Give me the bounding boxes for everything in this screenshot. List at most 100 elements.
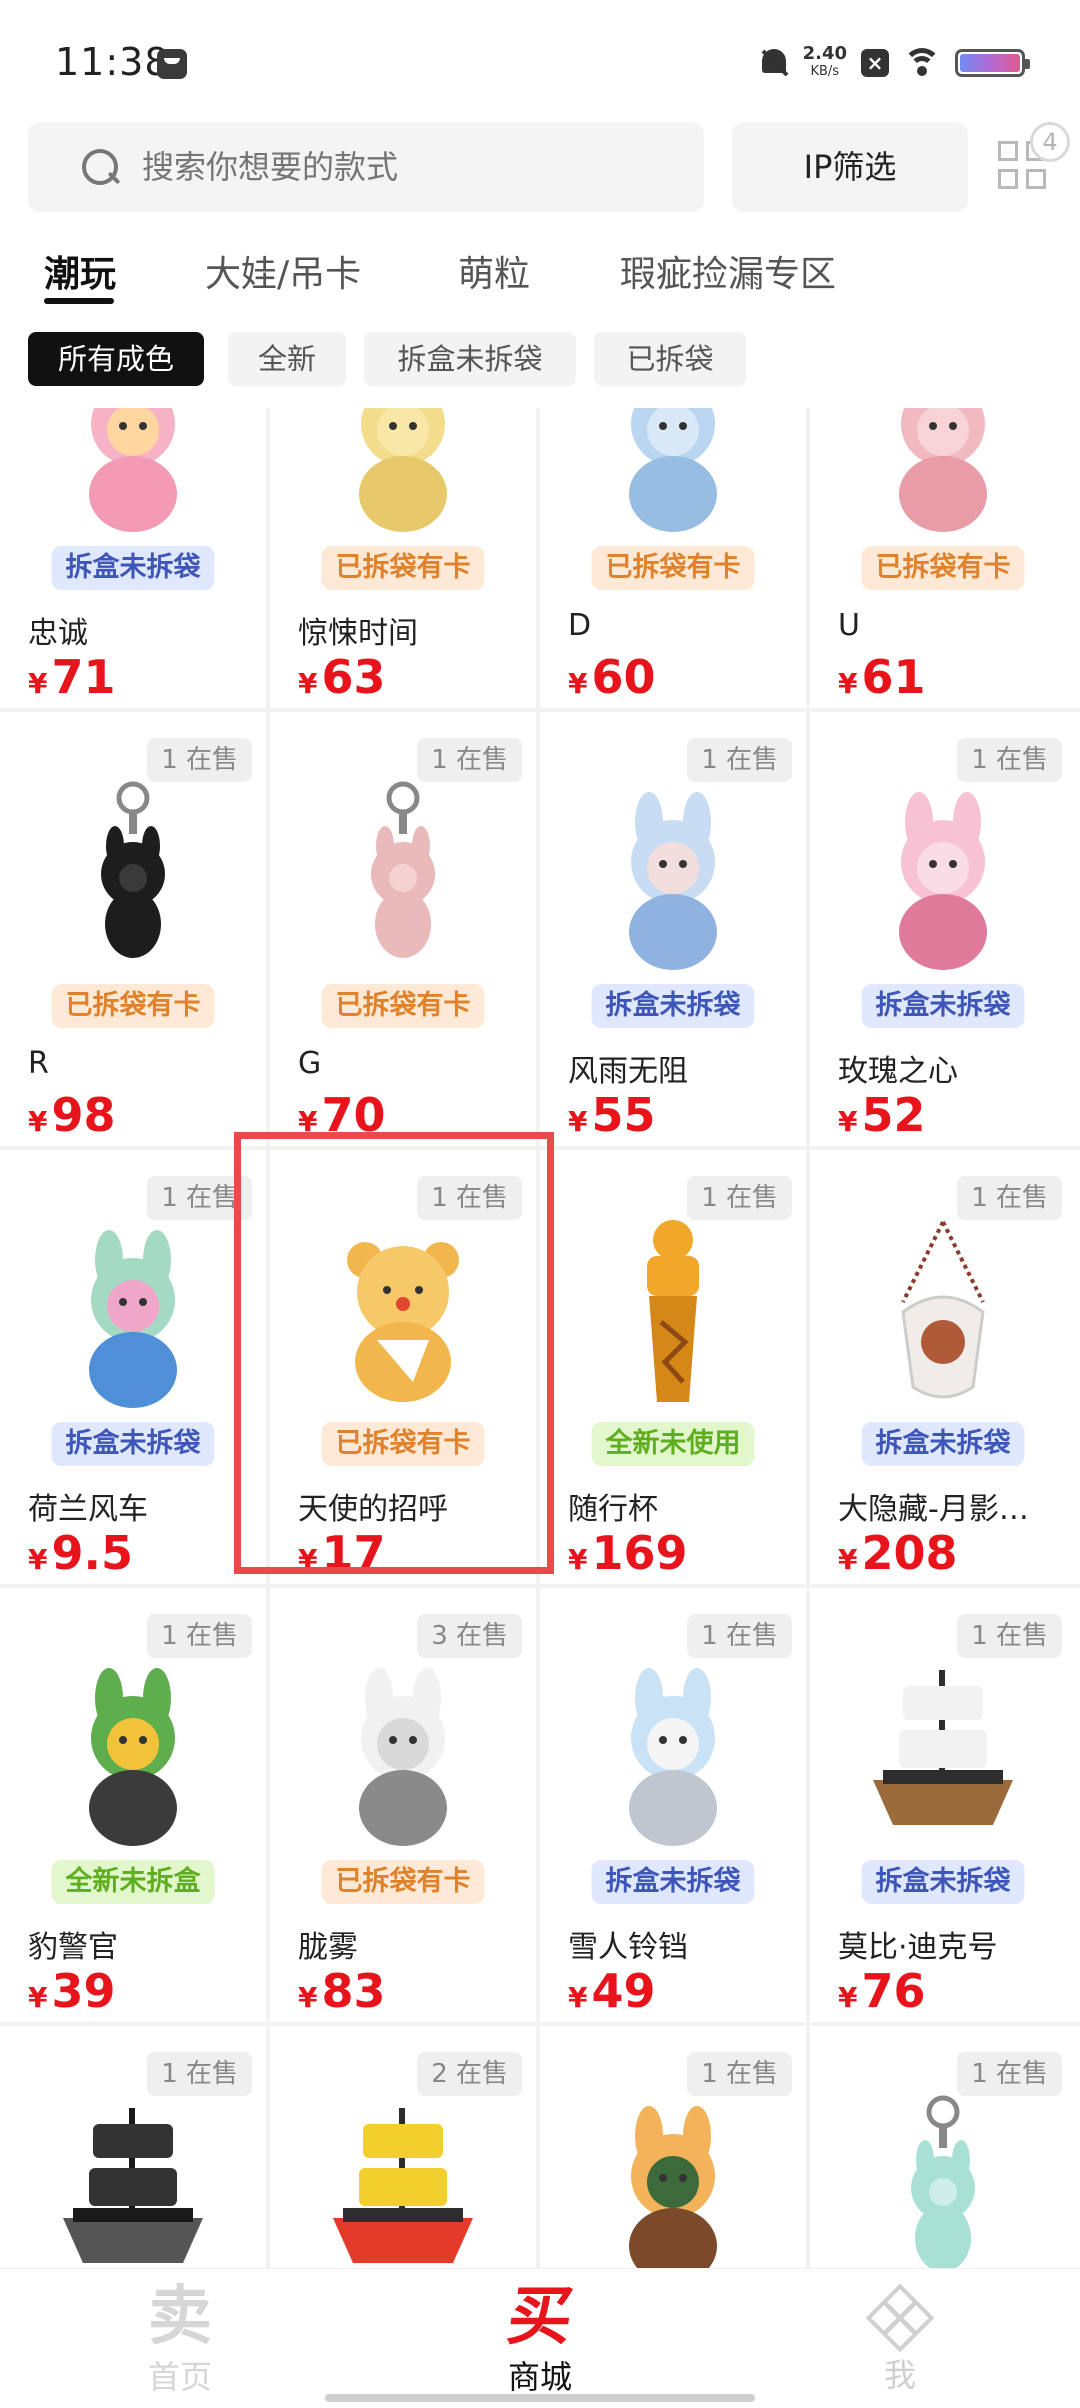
- black-pirate-ship-icon: [33, 2088, 233, 2268]
- product-card[interactable]: 3 在售 已拆袋有卡 胧雾 ¥83: [270, 1592, 536, 2020]
- tab-chaowan[interactable]: 潮玩: [44, 245, 116, 297]
- product-name: 玫瑰之心: [838, 1054, 958, 1089]
- product-name: 忠诚: [28, 616, 88, 651]
- search-input[interactable]: [142, 148, 642, 186]
- chip-new[interactable]: 全新: [228, 332, 346, 386]
- product-price: ¥55: [568, 1088, 656, 1142]
- product-card[interactable]: 1 在售 全新未拆盒 豹警官 ¥39: [0, 1592, 266, 2020]
- currency-symbol: ¥: [298, 1981, 318, 2014]
- product-card[interactable]: 1 在售 拆盒未拆袋 雪人铃铛 ¥49: [540, 1592, 806, 2020]
- tab-flaw-deals[interactable]: 瑕疵捡漏专区: [620, 245, 836, 297]
- acrylic-charm-icon: [843, 1212, 1043, 1412]
- black-labubu-keychain-icon: [33, 774, 233, 974]
- nav-me[interactable]: 我: [800, 2269, 1000, 2393]
- wifi-icon: [903, 48, 941, 78]
- highlighted-product-outline: [234, 1132, 554, 1574]
- condition-tag: 拆盒未拆袋: [591, 984, 755, 1028]
- pink-rose-plush-icon: [843, 774, 1043, 974]
- chip-all-conditions[interactable]: 所有成色: [28, 332, 204, 386]
- currency-symbol: ¥: [28, 1105, 48, 1138]
- product-card[interactable]: 1 在售 拆盒未拆袋 玫瑰之心 ¥52: [810, 716, 1076, 1144]
- product-card[interactable]: 拆盒未拆袋 忠诚 ¥71: [0, 408, 266, 706]
- product-price: ¥98: [28, 1088, 116, 1142]
- currency-symbol: ¥: [568, 1981, 588, 2014]
- product-card[interactable]: 已拆袋有卡 惊悚时间 ¥63: [270, 408, 536, 706]
- product-price: ¥60: [568, 650, 656, 704]
- pink-bunny-figure-icon: [843, 408, 1043, 536]
- product-card[interactable]: 2 在售: [270, 2030, 536, 2268]
- product-price: ¥39: [28, 1964, 116, 2018]
- product-name: 荷兰风车: [28, 1492, 148, 1527]
- product-card[interactable]: 已拆袋有卡 U ¥61: [810, 408, 1076, 706]
- bottom-nav: 卖 首页 买 商城 我: [0, 2268, 1080, 2408]
- snowman-bell-figure-icon: [573, 1650, 773, 1850]
- product-card[interactable]: 1 在售 拆盒未拆袋 风雨无阻 ¥55: [540, 716, 806, 1144]
- network-speed-value: 2.40: [802, 43, 847, 64]
- condition-tag: 拆盒未拆袋: [861, 984, 1025, 1028]
- windmill-figure-icon: [33, 1212, 233, 1412]
- status-time: 11:38: [55, 40, 170, 84]
- product-card[interactable]: 已拆袋有卡 D ¥60: [540, 408, 806, 706]
- blue-bunny-figure-icon: [573, 408, 773, 536]
- condition-tag: 拆盒未拆袋: [861, 1860, 1025, 1904]
- product-card[interactable]: 1 在售: [540, 2030, 806, 2268]
- price-value: 98: [51, 1088, 116, 1142]
- product-name: 风雨无阻: [568, 1054, 688, 1089]
- price-value: 76: [861, 1964, 926, 2018]
- currency-symbol: ¥: [298, 667, 318, 700]
- product-card[interactable]: 1 在售 已拆袋有卡 G ¥70: [270, 716, 536, 1144]
- tab-dawa-diaoka[interactable]: 大娃/吊卡: [205, 245, 361, 297]
- product-card[interactable]: 1 在售 已拆袋有卡 R ¥98: [0, 716, 266, 1144]
- battery-icon: [955, 49, 1030, 77]
- ip-filter-button[interactable]: IP筛选: [732, 122, 968, 212]
- sell-icon: 卖: [148, 2280, 212, 2354]
- condition-tag: 拆盒未拆袋: [861, 1422, 1025, 1466]
- leopard-officer-figure-icon: [33, 1650, 233, 1850]
- product-card[interactable]: 1 在售 拆盒未拆袋 大隐藏-月影… ¥208: [810, 1154, 1076, 1582]
- tumbler-cup-icon: [573, 1212, 773, 1412]
- column-divider: [806, 408, 810, 2268]
- currency-symbol: ¥: [568, 667, 588, 700]
- product-card[interactable]: 1 在售 拆盒未拆袋 荷兰风车 ¥9.5: [0, 1154, 266, 1582]
- condition-tag: 拆盒未拆袋: [591, 1860, 755, 1904]
- tab-mengli[interactable]: 萌粒: [458, 245, 530, 297]
- nav-home[interactable]: 卖 首页: [80, 2269, 280, 2395]
- product-name: U: [838, 608, 860, 643]
- product-card[interactable]: 1 在售 拆盒未拆袋 莫比·迪克号 ¥76: [810, 1592, 1076, 2020]
- white-ship-figure-icon: [843, 1650, 1043, 1850]
- price-value: 60: [591, 650, 656, 704]
- product-card[interactable]: 1 在售: [0, 2030, 266, 2268]
- product-name: D: [568, 608, 592, 643]
- product-price: ¥63: [298, 650, 386, 704]
- nav-mall-label: 商城: [507, 2358, 572, 2396]
- product-name: 随行杯: [568, 1492, 658, 1527]
- condition-tag: 已拆袋有卡: [321, 984, 485, 1028]
- product-card[interactable]: 1 在售 全新未使用 随行杯 ¥169: [540, 1154, 806, 1582]
- status-indicators: 2.40 KB/s ×: [759, 40, 1030, 86]
- condition-tag: 已拆袋有卡: [591, 546, 755, 590]
- currency-symbol: ¥: [838, 1105, 858, 1138]
- nav-me-label: 我: [883, 2356, 916, 2394]
- product-card[interactable]: 1 在售: [810, 2030, 1076, 2268]
- status-bar: 11:38 2.40 KB/s ×: [0, 0, 1080, 120]
- battery-level: [960, 54, 1020, 72]
- search-bar[interactable]: [28, 122, 704, 212]
- product-name: 莫比·迪克号: [838, 1930, 998, 1965]
- network-speed-unit: KB/s: [810, 64, 840, 79]
- pink-labubu-keychain-icon: [303, 774, 503, 974]
- product-price: ¥169: [568, 1526, 688, 1580]
- profile-icon: [865, 2283, 935, 2353]
- product-price: ¥9.5: [28, 1526, 133, 1580]
- nav-mall[interactable]: 买 商城: [440, 2269, 640, 2395]
- chip-opened-box-sealed-bag[interactable]: 拆盒未拆袋: [364, 332, 576, 386]
- white-fluffy-figure-icon: [303, 1650, 503, 1850]
- row-divider: [0, 2022, 1080, 2026]
- pink-labubu-figure-icon: [33, 408, 233, 536]
- product-name: R: [28, 1046, 49, 1081]
- chip-opened-bag[interactable]: 已拆袋: [594, 332, 746, 386]
- condition-tag: 拆盒未拆袋: [51, 1422, 215, 1466]
- currency-symbol: ¥: [568, 1105, 588, 1138]
- category-tabs: 潮玩 大娃/吊卡 萌粒 瑕疵捡漏专区: [0, 235, 1080, 305]
- product-price: ¥76: [838, 1964, 926, 2018]
- product-price: ¥49: [568, 1964, 656, 2018]
